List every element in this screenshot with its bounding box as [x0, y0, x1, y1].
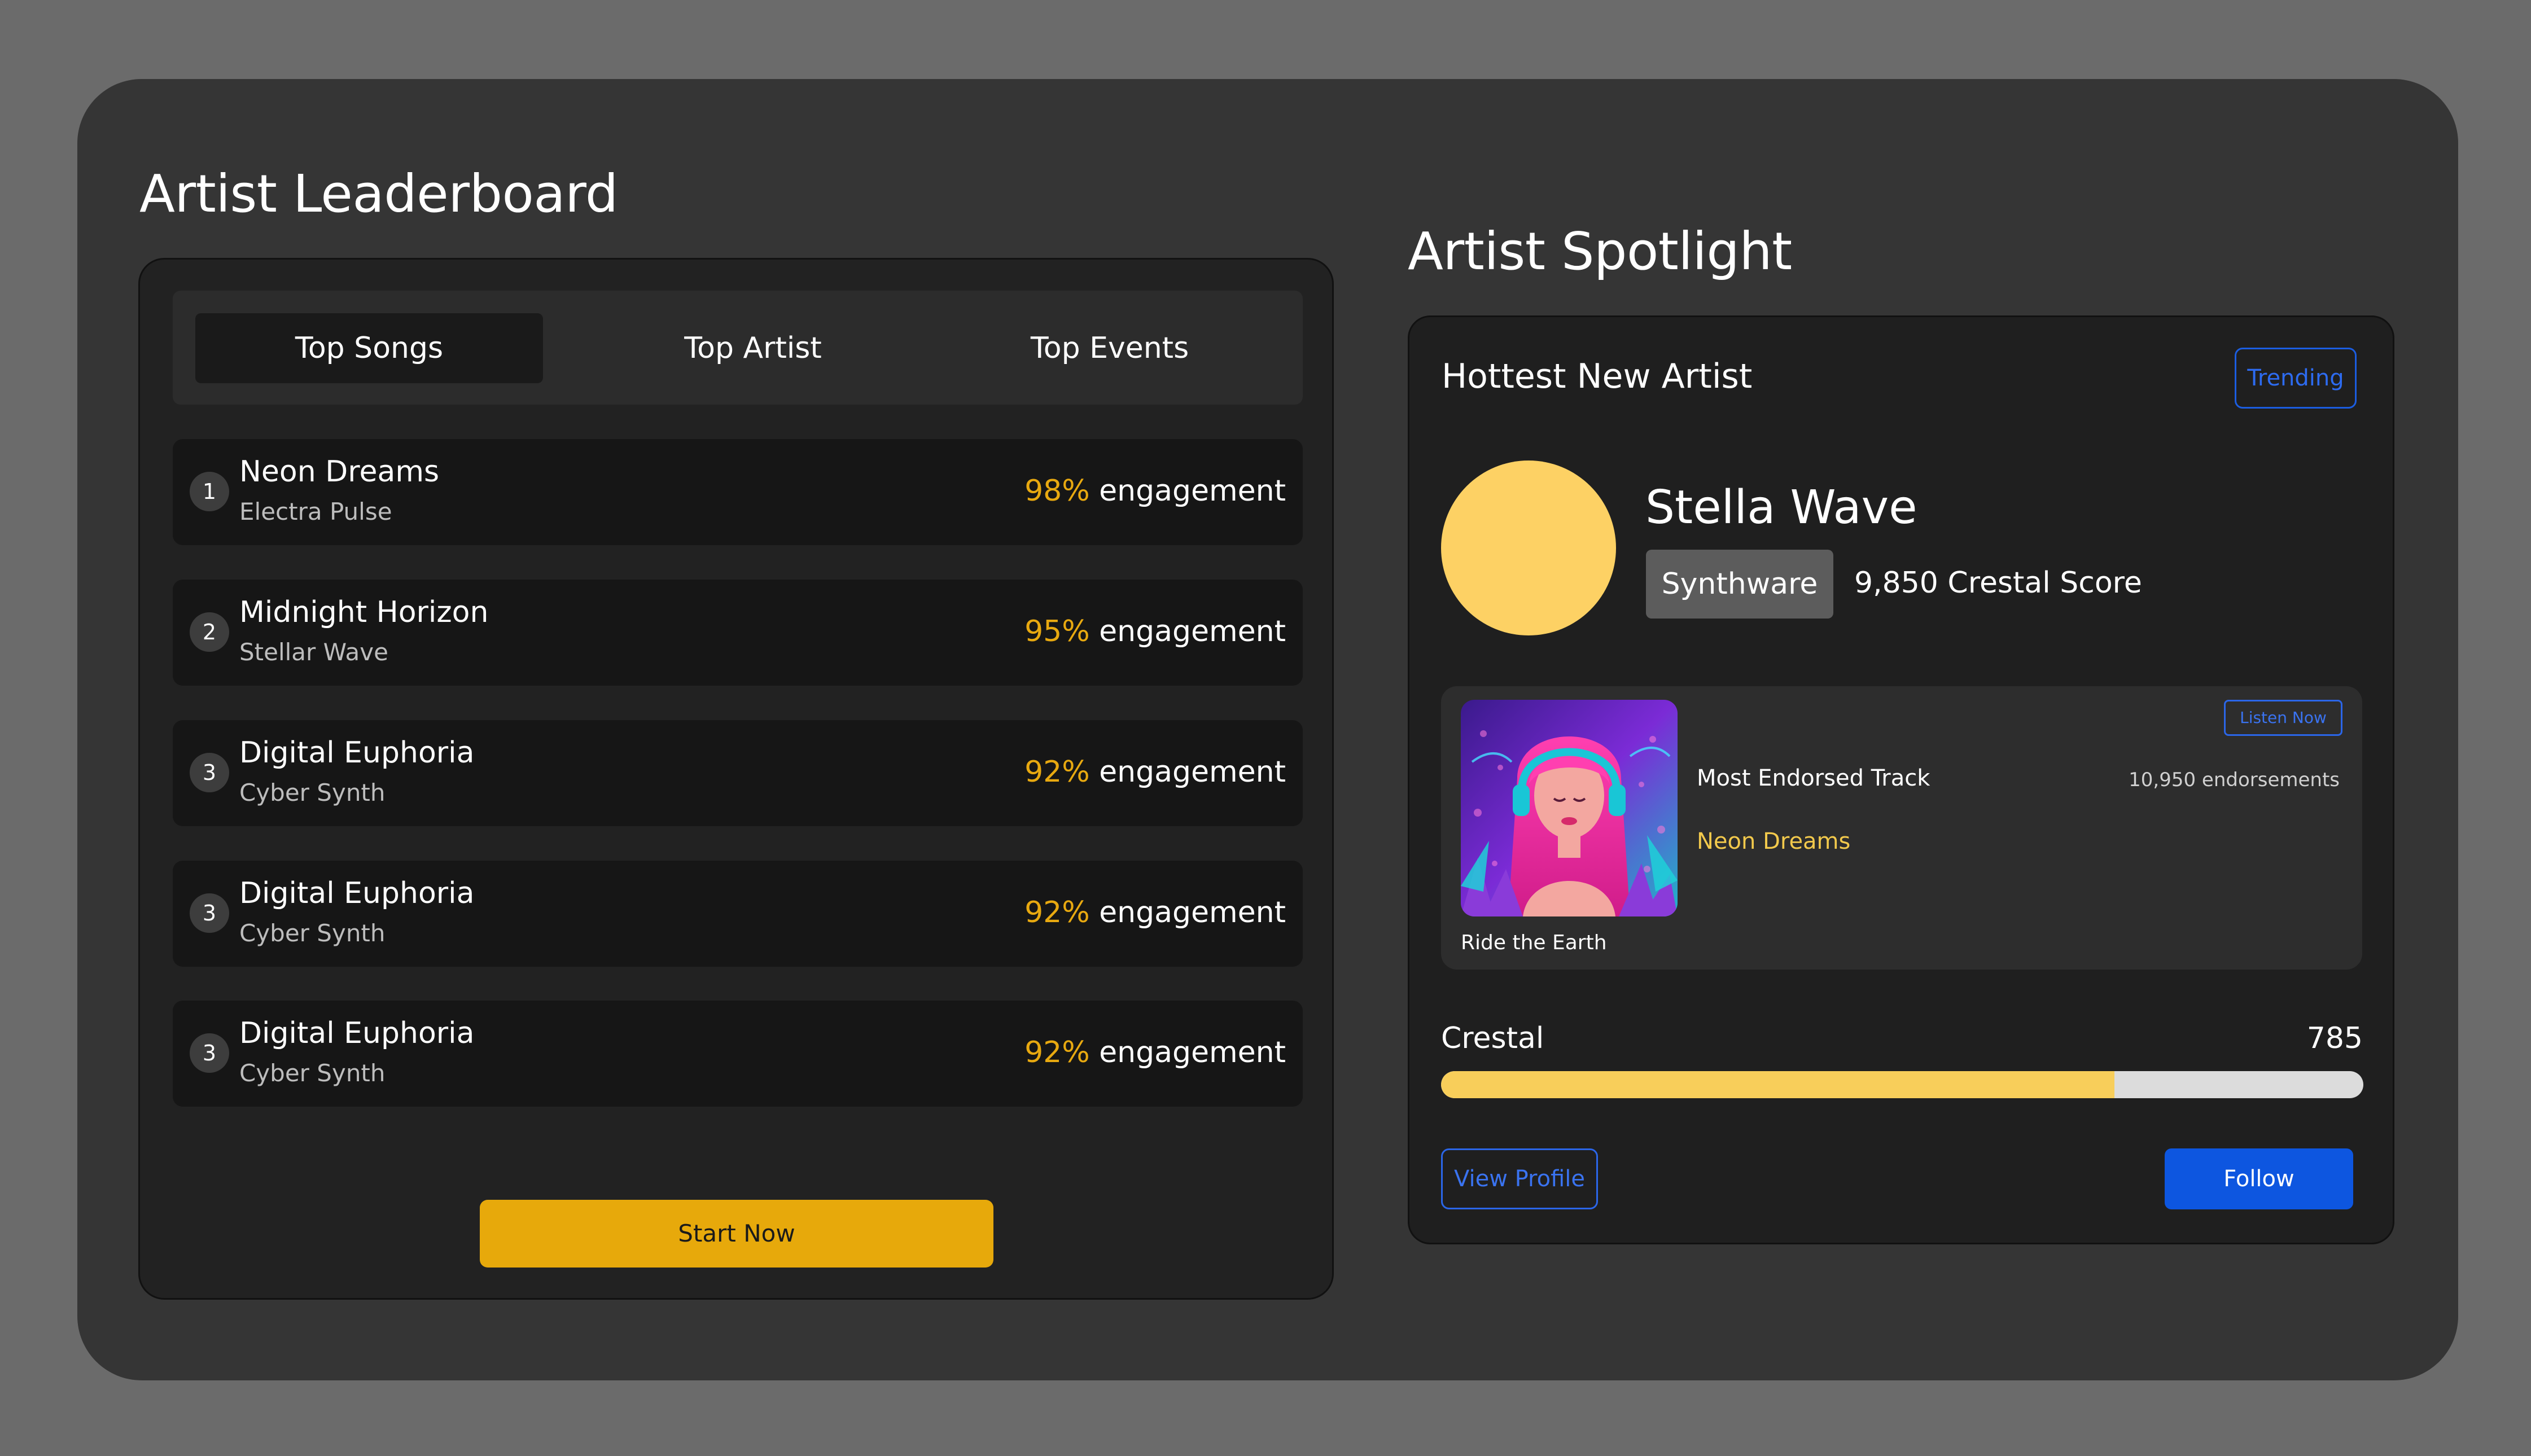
leaderboard-row[interactable]: 1 Neon Dreams Electra Pulse 98% engageme…: [173, 439, 1303, 545]
song-title: Digital Euphoria: [239, 1016, 475, 1050]
engagement-stat: 92% engagement: [1024, 896, 1286, 929]
song-artist: Electra Pulse: [239, 498, 392, 525]
leaderboard-row[interactable]: 3 Digital Euphoria Cyber Synth 92% engag…: [173, 861, 1303, 967]
engagement-percent: 92%: [1024, 896, 1090, 929]
track-label: Most Endorsed Track: [1697, 765, 1930, 791]
progress-value: 785: [2306, 1021, 2363, 1055]
avatar: [1441, 461, 1616, 635]
rank-badge: 3: [190, 753, 229, 792]
track-name[interactable]: Neon Dreams: [1697, 828, 1850, 854]
follow-button[interactable]: Follow: [2165, 1148, 2353, 1209]
engagement-percent: 95%: [1024, 615, 1090, 648]
engagement-stat: 95% engagement: [1024, 615, 1286, 648]
engagement-stat: 98% engagement: [1024, 474, 1286, 508]
song-title: Midnight Horizon: [239, 595, 489, 629]
song-artist: Cyber Synth: [239, 1059, 386, 1087]
song-title: Neon Dreams: [239, 455, 440, 489]
song-title: Digital Euphoria: [239, 736, 475, 770]
cover-caption: Ride the Earth: [1461, 931, 1607, 954]
spotlight-heading: Hottest New Artist: [1442, 357, 1753, 396]
artist-name: Stella Wave: [1645, 481, 1917, 534]
endorsement-count: 10,950 endorsements: [2129, 769, 2340, 791]
engagement-label: engagement: [1099, 755, 1286, 789]
progress-label: Crestal: [1441, 1021, 1544, 1055]
leaderboard-row[interactable]: 3 Digital Euphoria Cyber Synth 92% engag…: [173, 1001, 1303, 1107]
engagement-percent: 92%: [1024, 1036, 1090, 1069]
leaderboard-row[interactable]: 3 Digital Euphoria Cyber Synth 92% engag…: [173, 720, 1303, 826]
tab-top-artist[interactable]: Top Artist: [579, 313, 927, 383]
leaderboard-row[interactable]: 2 Midnight Horizon Stellar Wave 95% enga…: [173, 580, 1303, 686]
crestal-progress-bar: [1441, 1071, 2363, 1098]
engagement-label: engagement: [1099, 474, 1286, 508]
engagement-stat: 92% engagement: [1024, 1036, 1286, 1069]
rank-badge: 2: [190, 612, 229, 652]
trending-button[interactable]: Trending: [2235, 348, 2357, 409]
engagement-percent: 92%: [1024, 755, 1090, 789]
view-profile-button[interactable]: View Profile: [1441, 1148, 1598, 1209]
album-cover-image[interactable]: [1461, 700, 1678, 916]
rank-badge: 1: [190, 472, 229, 511]
engagement-label: engagement: [1099, 1036, 1286, 1069]
song-artist: Stellar Wave: [239, 638, 388, 666]
tab-top-events[interactable]: Top Events: [952, 313, 1268, 383]
genre-badge: Synthware: [1646, 550, 1833, 619]
listen-now-button[interactable]: Listen Now: [2224, 700, 2342, 736]
leaderboard-title: Artist Leaderboard: [139, 164, 618, 224]
rank-badge: 3: [190, 1033, 229, 1073]
rank-badge: 3: [190, 893, 229, 933]
engagement-label: engagement: [1099, 615, 1286, 648]
engagement-stat: 92% engagement: [1024, 755, 1286, 789]
crestal-score: 9,850 Crestal Score: [1854, 566, 2142, 600]
engagement-percent: 98%: [1024, 474, 1090, 508]
engagement-label: engagement: [1099, 896, 1286, 929]
progress-fill: [1441, 1071, 2114, 1098]
start-now-button[interactable]: Start Now: [480, 1200, 993, 1268]
song-artist: Cyber Synth: [239, 919, 386, 947]
song-title: Digital Euphoria: [239, 876, 475, 910]
song-artist: Cyber Synth: [239, 779, 386, 806]
spotlight-title: Artist Spotlight: [1408, 221, 1792, 282]
tab-top-songs[interactable]: Top Songs: [195, 313, 543, 383]
leaderboard-tabs: Top Songs Top Artist Top Events: [173, 291, 1303, 405]
